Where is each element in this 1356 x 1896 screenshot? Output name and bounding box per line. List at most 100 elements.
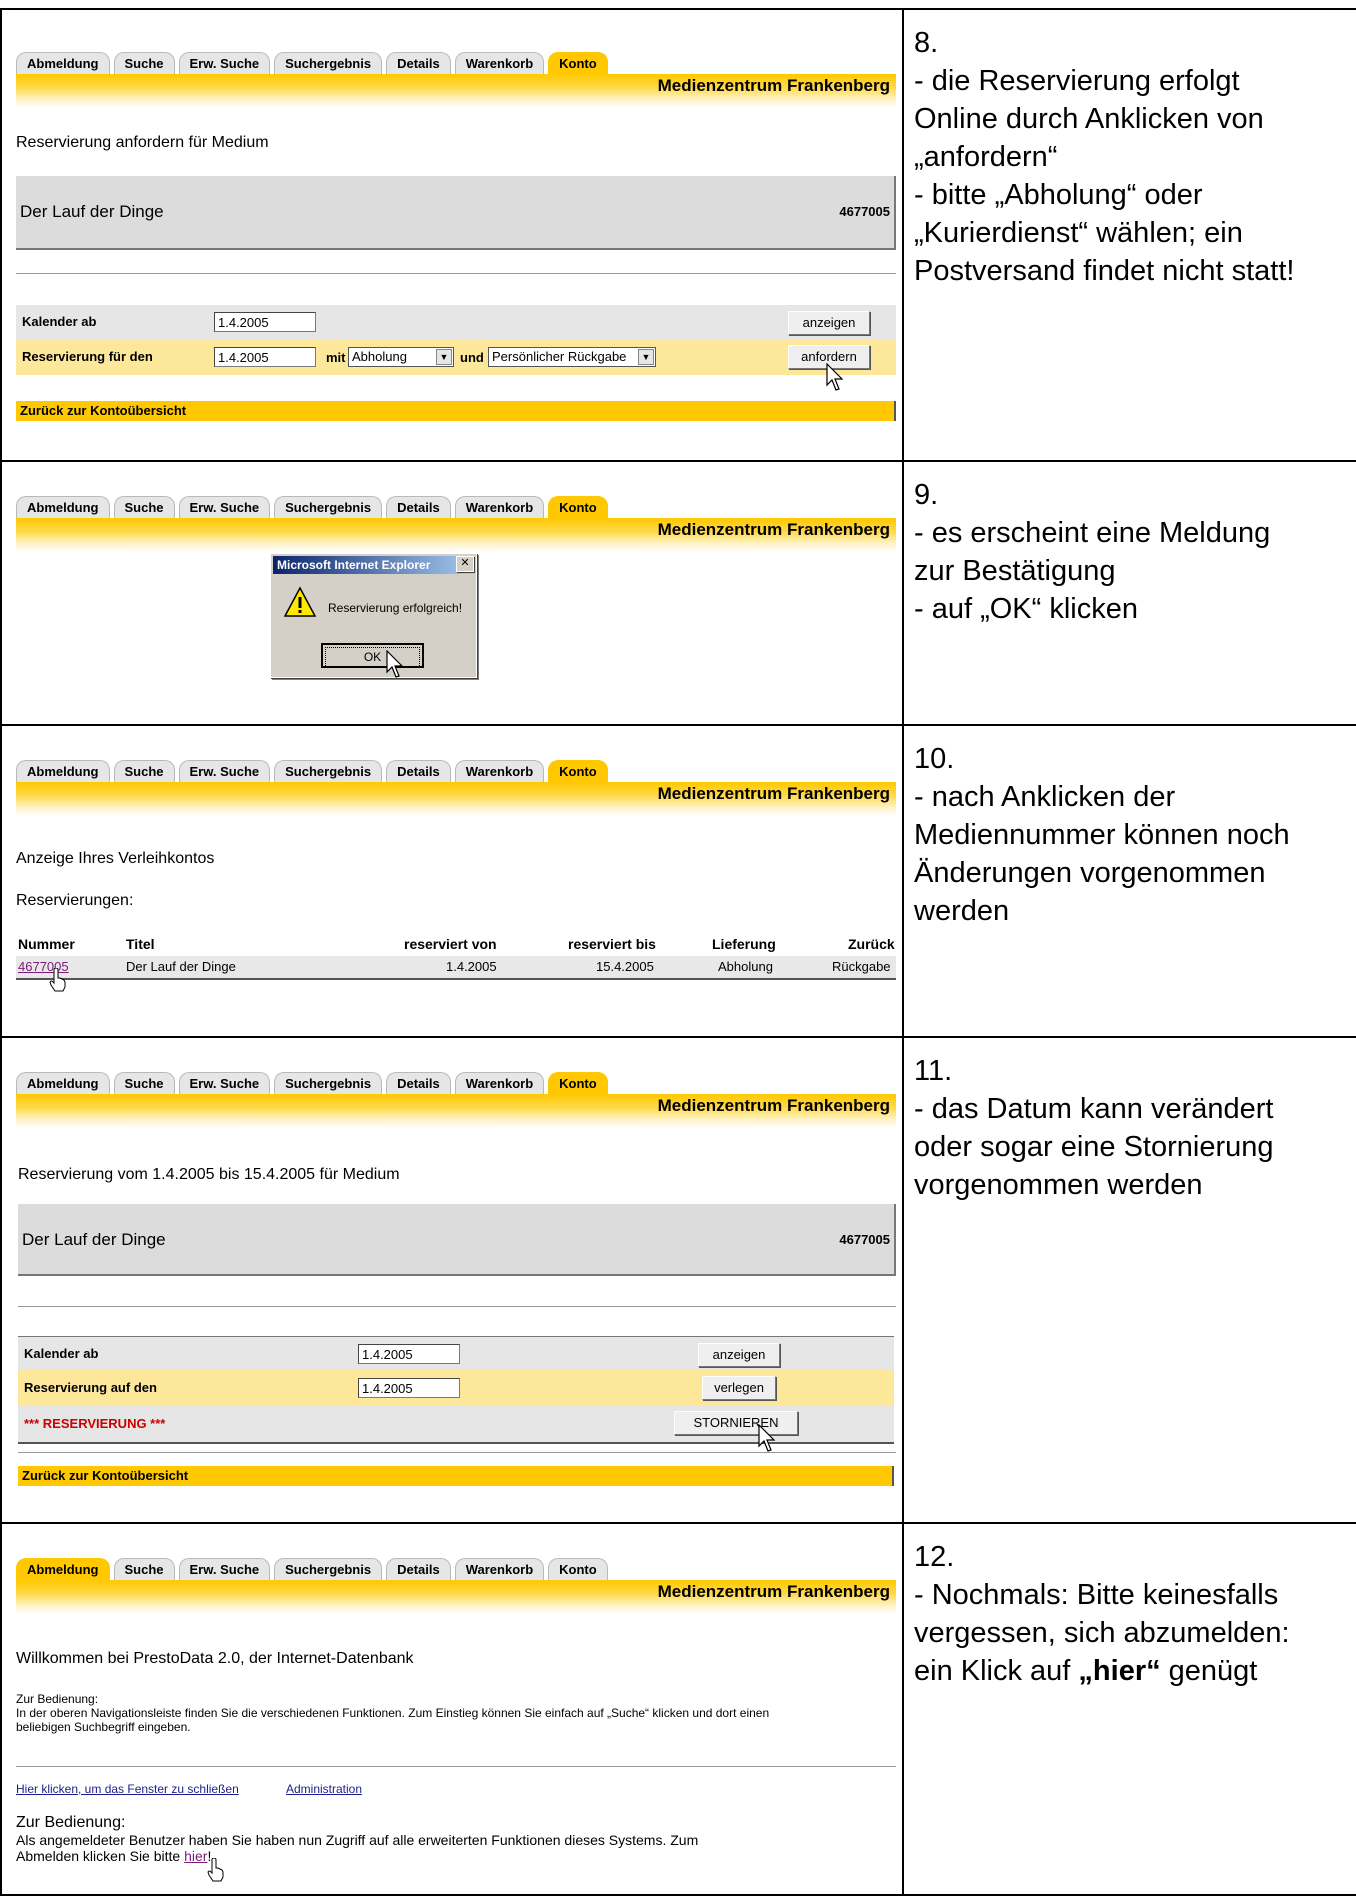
reserve-label: Reservierung für den: [22, 349, 153, 364]
medium-title: Der Lauf der Dinge: [22, 1230, 166, 1249]
tab-suche[interactable]: Suche: [113, 1072, 175, 1095]
reservation-status: *** RESERVIERUNG ***: [24, 1416, 166, 1431]
step-line: - Nochmals: Bitte keinesfalls: [914, 1579, 1279, 1611]
warning-icon: [283, 586, 317, 623]
col-titel: Titel: [126, 936, 155, 952]
tab-erw-suche[interactable]: Erw. Suche: [178, 1558, 271, 1581]
calendar-label: Kalender ab: [24, 1346, 99, 1361]
step-line: - es erscheint eine Meldung: [914, 517, 1271, 549]
tab-suche[interactable]: Suche: [113, 52, 175, 75]
step-line: zur Bestätigung: [914, 555, 1116, 587]
tab-erw-suche[interactable]: Erw. Suche: [178, 496, 271, 519]
step-8-screenshot: Abmeldung Suche Erw. Suche Suchergebnis …: [0, 8, 904, 462]
calendar-date-input[interactable]: 1.4.2005: [214, 312, 316, 332]
cancel-button[interactable]: STORNIEREN: [674, 1411, 798, 1435]
step-number: 12.: [914, 1541, 955, 1573]
tab-suche[interactable]: Suche: [113, 496, 175, 519]
calendar-date-input[interactable]: 1.4.2005: [358, 1344, 460, 1364]
show-button[interactable]: anzeigen: [698, 1343, 780, 1367]
step-line: werden: [914, 895, 1010, 927]
calendar-row: Kalender ab 1.4.2005 anzeigen: [18, 1336, 894, 1371]
tab-warenkorb[interactable]: Warenkorb: [454, 52, 545, 75]
show-button[interactable]: anzeigen: [788, 311, 870, 335]
step-number: 11.: [914, 1055, 953, 1087]
medium-number: 4677005: [839, 204, 890, 219]
nav-tabs: Abmeldung Suche Erw. Suche Suchergebnis …: [16, 1554, 612, 1581]
move-button[interactable]: verlegen: [702, 1376, 776, 1400]
calendar-label: Kalender ab: [22, 314, 97, 329]
step-12-row: Abmeldung Suche Erw. Suche Suchergebnis …: [0, 1522, 1356, 1896]
und-label: und: [460, 350, 484, 365]
step-line-last: ein Klick auf „hier“ genügt: [914, 1652, 1356, 1690]
banner-title: Medienzentrum Frankenberg: [657, 520, 890, 539]
tab-suche[interactable]: Suche: [113, 760, 175, 783]
tab-warenkorb[interactable]: Warenkorb: [454, 1558, 545, 1581]
logout-text-line: Abmelden klicken Sie bitte hier!: [16, 1848, 211, 1864]
step-number: 9.: [914, 479, 939, 511]
tab-konto[interactable]: Konto: [548, 52, 608, 75]
step-number: 10.: [914, 743, 955, 775]
tab-abmeldung[interactable]: Abmeldung: [16, 1558, 110, 1581]
reserve-label: Reservierung auf den: [24, 1380, 157, 1395]
tab-suchergebnis[interactable]: Suchergebnis: [274, 496, 383, 519]
back-link[interactable]: Zurück zur Kontoübersicht: [18, 1466, 894, 1486]
medium-number: 4677005: [839, 1232, 890, 1247]
tab-warenkorb[interactable]: Warenkorb: [454, 760, 545, 783]
tab-details[interactable]: Details: [386, 760, 451, 783]
close-window-link[interactable]: Hier klicken, um das Fenster zu schließe…: [16, 1782, 239, 1796]
tab-details[interactable]: Details: [386, 496, 451, 519]
reserve-date-input[interactable]: 1.4.2005: [214, 347, 316, 367]
page-heading: Willkommen bei PrestoData 2.0, der Inter…: [16, 1650, 414, 1667]
page-heading: Reservierung anfordern für Medium: [16, 134, 269, 151]
reserve-date-input[interactable]: 1.4.2005: [358, 1378, 460, 1398]
tab-warenkorb[interactable]: Warenkorb: [454, 496, 545, 519]
last-line-bold: „hier“: [1078, 1655, 1161, 1687]
tab-suche[interactable]: Suche: [113, 1558, 175, 1581]
step-line: - die Reservierung erfolgt: [914, 65, 1240, 97]
tab-abmeldung[interactable]: Abmeldung: [16, 52, 110, 75]
header-banner: Medienzentrum Frankenberg: [16, 74, 896, 108]
step-9-row: Abmeldung Suche Erw. Suche Suchergebnis …: [0, 460, 1356, 726]
step-11-row: Abmeldung Suche Erw. Suche Suchergebnis …: [0, 1036, 1356, 1524]
row-reserved-from: 1.4.2005: [446, 959, 497, 974]
last-line-pre: ein Klick auf: [914, 1655, 1079, 1687]
tab-suchergebnis[interactable]: Suchergebnis: [274, 1072, 383, 1095]
col-reserviert-von: reserviert von: [404, 936, 497, 952]
tab-details[interactable]: Details: [386, 1558, 451, 1581]
logout-link[interactable]: hier: [184, 1848, 207, 1864]
page-heading: Anzeige Ihres Verleihkontos: [16, 850, 215, 867]
tab-konto[interactable]: Konto: [548, 760, 608, 783]
back-link[interactable]: Zurück zur Kontoübersicht: [16, 401, 896, 421]
tab-warenkorb[interactable]: Warenkorb: [454, 1072, 545, 1095]
nav-tabs: Abmeldung Suche Erw. Suche Suchergebnis …: [16, 756, 612, 783]
delivery-select[interactable]: Abholung ▼: [348, 347, 454, 367]
medium-box: Der Lauf der Dinge 4677005: [18, 1204, 896, 1276]
ok-button[interactable]: OK: [321, 643, 424, 668]
alert-dialog: Microsoft Internet Explorer ✕ Reservieru…: [270, 553, 477, 678]
tab-suchergebnis[interactable]: Suchergebnis: [274, 52, 383, 75]
tab-erw-suche[interactable]: Erw. Suche: [178, 1072, 271, 1095]
tab-details[interactable]: Details: [386, 1072, 451, 1095]
close-icon[interactable]: ✕: [456, 556, 474, 572]
tab-konto[interactable]: Konto: [548, 1558, 608, 1581]
tab-abmeldung[interactable]: Abmeldung: [16, 1072, 110, 1095]
tab-erw-suche[interactable]: Erw. Suche: [178, 52, 271, 75]
tab-suchergebnis[interactable]: Suchergebnis: [274, 1558, 383, 1581]
tab-konto[interactable]: Konto: [548, 1072, 608, 1095]
tab-suchergebnis[interactable]: Suchergebnis: [274, 760, 383, 783]
step-12-screenshot: Abmeldung Suche Erw. Suche Suchergebnis …: [0, 1522, 904, 1896]
return-select[interactable]: Persönlicher Rückgabe ▼: [488, 347, 656, 367]
step-line: oder sogar eine Stornierung: [914, 1131, 1274, 1163]
tab-erw-suche[interactable]: Erw. Suche: [178, 760, 271, 783]
divider: [16, 1766, 896, 1767]
tab-details[interactable]: Details: [386, 52, 451, 75]
tab-konto[interactable]: Konto: [548, 496, 608, 519]
usage-heading: Zur Bedienung:: [16, 1814, 126, 1831]
row-delivery: Abholung: [718, 959, 773, 974]
step-10-description: 10. - nach Anklicken der Mediennummer kö…: [902, 724, 1356, 1038]
tab-abmeldung[interactable]: Abmeldung: [16, 760, 110, 783]
step-line: Mediennummer können noch: [914, 819, 1290, 851]
tab-abmeldung[interactable]: Abmeldung: [16, 496, 110, 519]
col-lieferung: Lieferung: [712, 936, 776, 952]
administration-link[interactable]: Administration: [286, 1782, 362, 1796]
